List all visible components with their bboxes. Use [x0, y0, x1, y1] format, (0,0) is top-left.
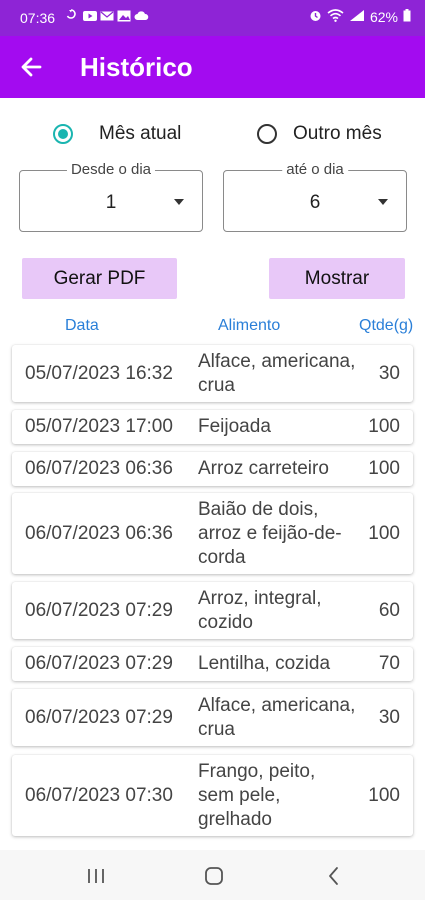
to-day-label: até o dia [282, 161, 348, 178]
table-row[interactable]: 06/07/2023 07:30 Frango, peito, sem pele… [12, 755, 413, 836]
alarm-icon [309, 9, 322, 25]
month-selector: Mês atual Outro mês [0, 120, 425, 150]
row-food: Baião de dois, arroz e feijão-de-corda [198, 498, 342, 568]
mail-icon [100, 9, 114, 21]
dropdown-arrow-icon [378, 199, 388, 205]
status-right: 62% [309, 9, 411, 25]
page-title: Histórico [80, 52, 193, 82]
system-nav-bar [0, 850, 425, 900]
battery-icon [403, 9, 411, 25]
row-food: Alface, americana, crua [198, 694, 356, 740]
row-food: Lentilha, cozida [198, 653, 331, 674]
row-food: Arroz, integral, cozido [198, 587, 322, 633]
row-date: 06/07/2023 07:29 [25, 706, 173, 728]
column-header-qty: Qtde(g) [359, 317, 414, 334]
table-row[interactable]: 06/07/2023 07:29 Arroz, integral, cozido… [12, 582, 413, 639]
back-arrow-icon[interactable] [18, 53, 46, 81]
home-icon[interactable] [202, 864, 226, 888]
youtube-icon [83, 9, 97, 21]
cloud-icon [134, 9, 149, 21]
row-qty: 60 [378, 599, 400, 621]
to-day-dropdown[interactable]: até o dia 6 [223, 161, 407, 232]
signal-icon [349, 9, 365, 25]
back-nav-icon[interactable] [322, 864, 346, 888]
radio-unchecked-icon [257, 124, 277, 144]
row-food: Feijoada [198, 416, 271, 437]
table-row[interactable]: 06/07/2023 07:29 Alface, americana, crua… [12, 689, 413, 746]
row-qty: 100 [368, 522, 400, 544]
radio-current-month-label: Mês atual [99, 123, 182, 144]
row-qty: 30 [378, 706, 400, 728]
table-row[interactable]: 06/07/2023 07:29 Lentilha, cozida 70 [12, 647, 413, 681]
from-day-dropdown[interactable]: Desde o dia 1 [19, 161, 203, 232]
gallery-icon [117, 9, 131, 22]
status-time: 07:36 [20, 10, 56, 26]
notification-icons [66, 9, 149, 22]
row-date: 05/07/2023 17:00 [25, 416, 173, 437]
app-bar: Histórico [0, 36, 425, 98]
table-row[interactable]: 05/07/2023 17:00 Feijoada 100 [12, 410, 413, 444]
row-date: 06/07/2023 07:29 [25, 653, 173, 674]
radio-checked-icon [53, 124, 73, 144]
radio-other-month-label: Outro mês [293, 123, 382, 144]
recent-apps-icon[interactable] [84, 864, 108, 888]
column-header-food: Alimento [218, 317, 281, 334]
sync-icon [66, 9, 79, 21]
battery-percent: 62% [369, 9, 398, 25]
radio-current-month[interactable]: Mês atual [53, 123, 181, 145]
row-qty: 30 [378, 362, 400, 384]
row-food: Alface, americana, crua [198, 350, 356, 396]
table-row[interactable]: 06/07/2023 06:36 Arroz carreteiro 100 [12, 452, 413, 486]
row-date: 06/07/2023 06:36 [25, 522, 173, 544]
radio-other-month[interactable]: Outro mês [257, 123, 382, 145]
row-food: Frango, peito, sem pele, grelhado [198, 760, 316, 830]
row-date: 06/07/2023 06:36 [25, 458, 173, 479]
row-date: 05/07/2023 16:32 [25, 362, 173, 384]
column-header-date: Data [65, 317, 99, 334]
row-qty: 100 [368, 784, 400, 806]
generate-pdf-button[interactable]: Gerar PDF [22, 258, 177, 299]
table-row[interactable]: 05/07/2023 16:32 Alface, americana, crua… [12, 345, 413, 402]
row-date: 06/07/2023 07:29 [25, 599, 173, 621]
row-food: Arroz carreteiro [198, 458, 329, 479]
row-qty: 70 [378, 653, 400, 674]
status-bar: 07:36 62% [0, 0, 425, 36]
row-date: 06/07/2023 07:30 [25, 784, 173, 806]
table-row[interactable]: 06/07/2023 06:36 Baião de dois, arroz e … [12, 493, 413, 574]
show-button[interactable]: Mostrar [269, 258, 405, 299]
row-qty: 100 [368, 458, 400, 479]
row-qty: 100 [368, 416, 400, 437]
wifi-icon [327, 9, 344, 25]
from-day-label: Desde o dia [66, 161, 156, 178]
dropdown-arrow-icon [174, 199, 184, 205]
